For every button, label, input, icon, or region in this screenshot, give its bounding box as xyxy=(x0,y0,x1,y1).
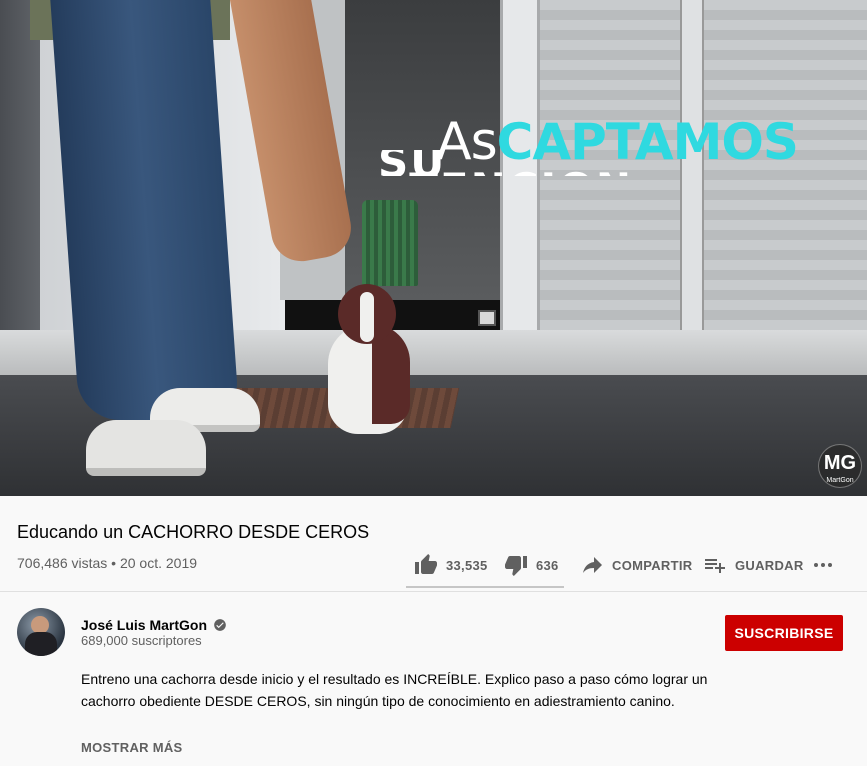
video-title: Educando un CACHORRO DESDE CEROS xyxy=(17,522,370,542)
thumbs-up-icon xyxy=(415,554,437,574)
video-meta: 706,486 vistas • 20 oct. 2019 xyxy=(17,555,198,571)
like-button[interactable]: 33,535 xyxy=(414,546,488,584)
watermark-logo: MG xyxy=(823,452,857,474)
share-button[interactable]: COMPARTIR xyxy=(580,546,692,584)
scene-person-legs xyxy=(50,0,240,420)
playlist-add-icon xyxy=(705,559,725,573)
puppy-blaze xyxy=(360,292,374,342)
save-label: GUARDAR xyxy=(735,557,804,573)
like-count: 33,535 xyxy=(446,557,488,573)
dislike-button[interactable]: 636 xyxy=(504,546,559,584)
video-description: Entreno una cachorra desde inicio y el r… xyxy=(81,671,708,709)
sentiment-bar-fill xyxy=(406,586,561,588)
section-divider xyxy=(0,591,867,592)
show-more-button[interactable]: MOSTRAR MÁS xyxy=(81,740,183,755)
video-actions: 33,535 636 COMPARTIR GUARDAR xyxy=(406,546,846,588)
more-horizontal-icon xyxy=(814,563,832,567)
thumbs-down-icon xyxy=(505,556,527,576)
watermark-name: MartGon xyxy=(826,477,854,484)
share-arrow-icon xyxy=(583,557,602,573)
subscribe-button[interactable]: SUSCRIBIRSE xyxy=(725,615,843,651)
share-label: COMPARTIR xyxy=(612,557,693,573)
overlay-word-white: As xyxy=(436,112,498,172)
video-player[interactable]: SU ATENCION AsCAPTAMOS MG MartGon xyxy=(0,0,867,496)
video-overlay-caption: AsCAPTAMOS xyxy=(436,112,799,182)
more-actions-button[interactable] xyxy=(811,546,843,584)
scene-action-camera xyxy=(478,310,496,326)
overlay-word-cyan: CAPTAMOS xyxy=(496,113,799,171)
scene-puppy xyxy=(322,284,412,436)
scene-basket xyxy=(362,200,418,286)
scene-shoe-front xyxy=(86,420,206,476)
subscriber-count: 689,000 suscriptores xyxy=(81,633,202,648)
check-circle-icon xyxy=(214,619,226,631)
channel-avatar[interactable] xyxy=(17,608,65,656)
save-button[interactable]: GUARDAR xyxy=(703,546,804,584)
dislike-count: 636 xyxy=(536,557,559,573)
channel-watermark[interactable]: MG MartGon xyxy=(818,444,862,488)
avatar-body xyxy=(25,632,57,656)
sentiment-bar xyxy=(406,586,564,588)
video-frame xyxy=(0,0,867,496)
